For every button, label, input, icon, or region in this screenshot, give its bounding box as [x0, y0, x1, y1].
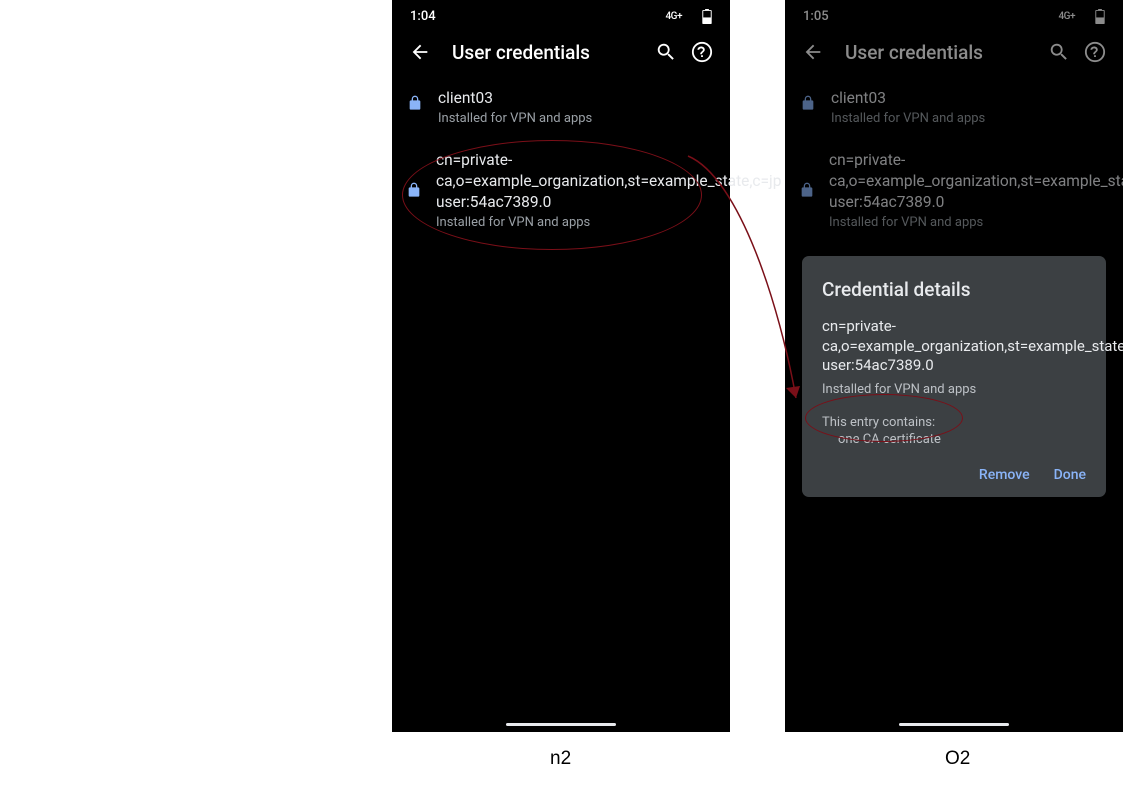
- dialog-credential-sub: Installed for VPN and apps: [822, 382, 1086, 397]
- credential-item: cn=private-ca,o=example_organization,st=…: [785, 138, 1123, 242]
- status-time: 1:04: [410, 9, 436, 24]
- search-button[interactable]: [1041, 34, 1077, 70]
- help-button[interactable]: [684, 34, 720, 70]
- status-bar: 1:04 4G+: [392, 0, 730, 28]
- done-button[interactable]: Done: [1054, 467, 1086, 483]
- credential-title: cn=private-ca,o=example_organization,st=…: [829, 150, 1123, 213]
- dialog-credential-name: cn=private-ca,o=example_organization,st=…: [822, 317, 1086, 376]
- credential-subtitle: Installed for VPN and apps: [831, 111, 1109, 126]
- signal-icon: [1078, 9, 1092, 23]
- caption-right: O2: [945, 748, 970, 770]
- credential-subtitle: Installed for VPN and apps: [436, 215, 781, 230]
- network-label: 4G+: [665, 11, 682, 22]
- remove-button[interactable]: Remove: [979, 467, 1030, 483]
- status-right: 4G+: [665, 9, 712, 24]
- credential-item[interactable]: client03 Installed for VPN and apps: [392, 76, 730, 138]
- back-button[interactable]: [795, 34, 831, 70]
- status-time: 1:05: [803, 9, 829, 24]
- lock-icon: [799, 94, 817, 112]
- home-indicator[interactable]: [899, 723, 1009, 726]
- credential-subtitle: Installed for VPN and apps: [829, 215, 1123, 230]
- credential-details-dialog: Credential details cn=private-ca,o=examp…: [802, 256, 1106, 497]
- dialog-contains-item: one CA certificate: [822, 432, 1086, 447]
- status-right: 4G+: [1058, 9, 1105, 24]
- status-bar: 1:05 4G+: [785, 0, 1123, 28]
- credential-title: client03: [831, 88, 1109, 109]
- back-button[interactable]: [402, 34, 438, 70]
- credential-subtitle: Installed for VPN and apps: [438, 111, 716, 126]
- phone-left: 1:04 4G+ User credentials client03 Insta…: [392, 0, 730, 732]
- signal-icon: [685, 9, 699, 23]
- lock-icon: [799, 181, 815, 199]
- network-label: 4G+: [1058, 11, 1075, 22]
- phone-right: 1:05 4G+ User credentials: [785, 0, 1123, 732]
- search-button[interactable]: [648, 34, 684, 70]
- credential-title: cn=private-ca,o=example_organization,st=…: [436, 150, 781, 213]
- credential-item[interactable]: cn=private-ca,o=example_organization,st=…: [392, 138, 730, 242]
- credential-title: client03: [438, 88, 716, 109]
- app-bar: User credentials: [392, 28, 730, 76]
- dialog-title: Credential details: [822, 278, 1086, 301]
- home-indicator[interactable]: [506, 723, 616, 726]
- credential-item: client03 Installed for VPN and apps: [785, 76, 1123, 138]
- app-bar: User credentials: [785, 28, 1123, 76]
- page-title: User credentials: [831, 41, 1041, 64]
- help-button[interactable]: [1077, 34, 1113, 70]
- lock-icon: [406, 94, 424, 112]
- lock-icon: [406, 181, 422, 199]
- battery-icon: [1095, 9, 1105, 24]
- caption-left: n2: [550, 748, 571, 770]
- dialog-contains-label: This entry contains:: [822, 415, 1086, 430]
- page-title: User credentials: [438, 41, 648, 64]
- battery-icon: [702, 9, 712, 24]
